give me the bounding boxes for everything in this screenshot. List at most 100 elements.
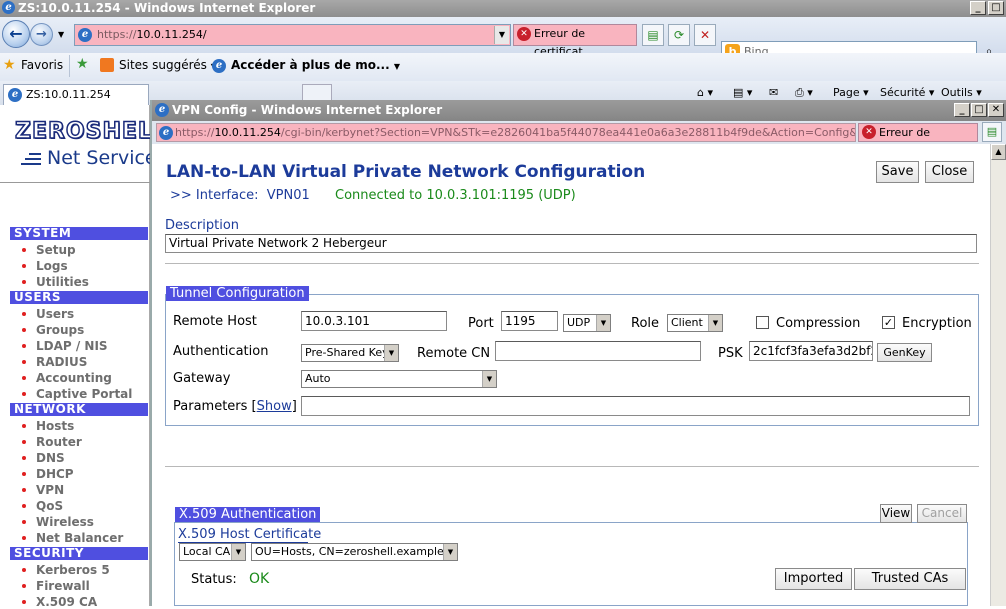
port-input[interactable]: 1195 xyxy=(501,311,558,331)
maximize-icon[interactable]: □ xyxy=(971,103,987,117)
sidebar-item-net-balancer[interactable]: Net Balancer xyxy=(22,531,123,545)
sidebar-item-label: Wireless xyxy=(36,515,94,529)
compression-checkbox[interactable] xyxy=(756,316,769,329)
gateway-select[interactable]: Auto ▼ xyxy=(301,370,497,388)
sidebar-item-captive-portal[interactable]: Captive Portal xyxy=(22,387,132,401)
mail-icon[interactable]: ✉ xyxy=(769,86,778,99)
tools-menu[interactable]: Outils ▾ xyxy=(941,86,982,99)
sidebar-item-qos[interactable]: QoS xyxy=(22,499,63,513)
vpn-config-content: LAN-to-LAN Virtual Private Network Confi… xyxy=(152,144,990,606)
page-icon: e xyxy=(78,28,92,42)
sidebar-item-x-509-ca[interactable]: X.509 CA xyxy=(22,595,97,609)
add-favorite-icon[interactable]: ★ xyxy=(76,56,89,72)
zeroshell-sidebar: ZEROSHELL Net Services SYSTEM Setup Logs Ut… xyxy=(0,105,168,609)
sidebar-item-logs[interactable]: Logs xyxy=(22,259,68,273)
bullet-icon xyxy=(22,471,26,476)
remote-host-input[interactable]: 10.0.3.101 xyxy=(301,311,447,331)
interface-name: VPN01 xyxy=(266,188,310,203)
interface-info: >> Interface: VPN01 xyxy=(170,188,310,203)
popup-address-field[interactable]: e https://10.0.11.254/cgi-bin/kerbynet?S… xyxy=(156,123,856,142)
minimize-icon[interactable]: _ xyxy=(954,103,970,117)
logo-subtitle: Net Services xyxy=(47,147,167,169)
role-value: Client xyxy=(671,316,703,329)
browser-title: ZS:10.0.11.254 - Windows Internet Explor… xyxy=(18,1,316,15)
stop-icon[interactable]: ✕ xyxy=(694,24,716,46)
sidebar-item-firewall[interactable]: Firewall xyxy=(22,579,90,593)
address-bar[interactable]: e https://10.0.11.254/ ▼ xyxy=(74,24,511,46)
sidebar-item-users[interactable]: Users xyxy=(22,307,74,321)
parameters-show-link[interactable]: Show xyxy=(257,399,292,414)
suggested-sites-link[interactable]: Sites suggérés ▼ xyxy=(119,58,217,72)
vertical-scrollbar[interactable]: ▲ xyxy=(990,144,1006,606)
close-icon[interactable]: ✕ xyxy=(988,103,1004,117)
sidebar-item-radius[interactable]: RADIUS xyxy=(22,355,87,369)
sidebar-item-dhcp[interactable]: DHCP xyxy=(22,467,74,481)
compatibility-view-icon[interactable]: ▤ xyxy=(982,122,1002,142)
trusted-cas-button[interactable]: Trusted CAs xyxy=(854,568,966,590)
host-certificate-label: X.509 Host Certificate xyxy=(178,527,322,542)
remote-cn-label: Remote CN xyxy=(417,346,491,361)
refresh-icon[interactable]: ⟳ xyxy=(668,24,690,46)
address-dropdown-icon[interactable]: ▼ xyxy=(494,26,509,44)
ca-select[interactable]: Local CA ▼ xyxy=(179,543,246,561)
sidebar-item-router[interactable]: Router xyxy=(22,435,82,449)
get-more-addons-link[interactable]: Accéder à plus de mo... ▼ xyxy=(231,58,400,72)
encryption-checkbox[interactable]: ✓ xyxy=(882,316,895,329)
scroll-up-icon[interactable]: ▲ xyxy=(991,144,1006,160)
back-arrow-icon[interactable]: ← xyxy=(2,20,30,48)
divider xyxy=(165,263,979,264)
suggested-sites-label: Sites suggérés xyxy=(119,58,207,72)
bullet-icon xyxy=(22,439,26,444)
shield-error-icon: ✕ xyxy=(862,125,876,139)
psk-input[interactable]: 2c1fcf3fa3efa3d2bf2 xyxy=(749,341,873,361)
minimize-icon[interactable]: _ xyxy=(970,1,986,15)
parameters-label-text: Parameters [ xyxy=(173,399,257,414)
sidebar-item-kerberos-5[interactable]: Kerberos 5 xyxy=(22,563,110,577)
save-button[interactable]: Save xyxy=(876,161,919,183)
compatibility-view-icon[interactable]: ▤ xyxy=(642,24,664,46)
view-button[interactable]: View xyxy=(880,504,912,523)
certificate-error-button[interactable]: ✕ Erreur de certificat xyxy=(513,24,637,58)
popup-title: VPN Config - Windows Internet Explorer xyxy=(172,103,443,117)
sidebar-item-dns[interactable]: DNS xyxy=(22,451,65,465)
sidebar-item-utilities[interactable]: Utilities xyxy=(22,275,89,289)
sidebar-section-system: SYSTEM xyxy=(10,227,148,240)
parameters-input[interactable] xyxy=(301,396,970,416)
imported-button[interactable]: Imported xyxy=(775,568,852,590)
sidebar-item-setup[interactable]: Setup xyxy=(22,243,76,257)
forward-arrow-icon[interactable]: → xyxy=(30,23,53,46)
print-icon[interactable]: ⎙ ▾ xyxy=(795,86,813,100)
role-select[interactable]: Client ▼ xyxy=(667,314,723,332)
sidebar-item-wireless[interactable]: Wireless xyxy=(22,515,94,529)
sidebar-item-ldap-nis[interactable]: LDAP / NIS xyxy=(22,339,108,353)
popup-certificate-error-button[interactable]: ✕ Erreur de certificat xyxy=(858,123,978,156)
security-menu[interactable]: Sécurité ▾ xyxy=(880,86,934,99)
address-protocol: https:// xyxy=(97,28,137,41)
certificate-select[interactable]: OU=Hosts, CN=zeroshell.example.com ▼ xyxy=(251,543,458,561)
browser-title-bar: e ZS:10.0.11.254 - Windows Internet Expl… xyxy=(0,0,1006,17)
bullet-icon xyxy=(22,247,26,252)
history-dropdown-icon[interactable]: ▼ xyxy=(58,30,64,39)
favorites-button[interactable]: Favoris xyxy=(21,58,63,72)
genkey-button[interactable]: GenKey xyxy=(877,343,932,362)
sidebar-item-vpn[interactable]: VPN xyxy=(22,483,64,497)
chevron-down-icon: ▼ xyxy=(708,315,722,331)
authentication-select[interactable]: Pre-Shared Key ▼ xyxy=(301,344,399,362)
sidebar-item-hosts[interactable]: Hosts xyxy=(22,419,74,433)
maximize-icon[interactable]: □ xyxy=(988,1,1004,15)
protocol-select[interactable]: UDP ▼ xyxy=(563,314,611,332)
close-button[interactable]: Close xyxy=(925,161,974,183)
remote-cn-input[interactable] xyxy=(495,341,701,361)
compression-label: Compression xyxy=(776,316,861,331)
sidebar-item-accounting[interactable]: Accounting xyxy=(22,371,112,385)
sidebar-item-groups[interactable]: Groups xyxy=(22,323,84,337)
tab-zeroshell[interactable]: e ZS:10.0.11.254 xyxy=(3,84,149,105)
ie-logo-icon: e xyxy=(2,1,15,14)
authentication-value: Pre-Shared Key xyxy=(305,346,389,359)
description-label: Description xyxy=(165,218,240,233)
home-icon[interactable]: ⌂ ▾ xyxy=(697,86,713,99)
rss-icon[interactable]: ▤ ▾ xyxy=(733,86,752,99)
page-menu[interactable]: Page ▾ xyxy=(833,86,869,99)
description-field[interactable]: Virtual Private Network 2 Hebergeur xyxy=(165,234,977,253)
gateway-label: Gateway xyxy=(173,371,231,386)
